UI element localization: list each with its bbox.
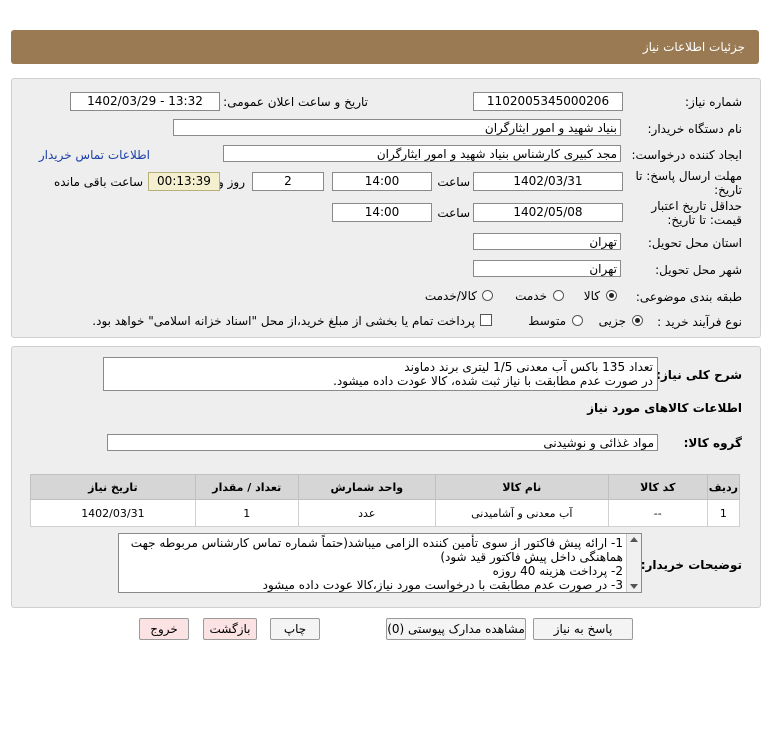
col-name: نام کالا xyxy=(434,474,609,500)
process-option-medium: متوسط xyxy=(528,314,566,328)
deadline-label-line1: مهلت ارسال پاسخ: تا xyxy=(635,169,742,183)
requester-label: ایجاد کننده درخواست: xyxy=(631,148,742,162)
buyer-note-line-4: 3- در صورت عدم مطابقت با درخواست مورد نی… xyxy=(262,578,623,592)
goods-info-title: اطلاعات کالاهای مورد نیاز xyxy=(587,401,742,415)
province-label: استان محل تحویل: xyxy=(647,236,742,250)
process-radio-medium[interactable] xyxy=(572,315,583,326)
category-radio-goods-service[interactable] xyxy=(482,290,493,301)
category-option-goods-service: کالا/خدمت xyxy=(424,289,477,303)
table-row: 1 -- آب معدنی و آشامیدنی عدد 1 1402/03/3… xyxy=(30,499,741,527)
remaining-time-label: ساعت باقی مانده xyxy=(53,175,143,189)
category-option-service: خدمت xyxy=(515,289,547,303)
need-number-field: 1102005345000206 xyxy=(473,92,623,111)
print-button[interactable]: چاپ xyxy=(270,618,320,640)
summary-line-2: در صورت عدم مطابقت با نیاز ثبت شده، کالا… xyxy=(333,374,653,388)
buyer-note-line-2: هماهنگی داخل پیش فاکتور قید شود) xyxy=(440,550,623,564)
col-code: کد کالا xyxy=(607,474,708,500)
goods-group-label: گروه کالا: xyxy=(683,436,742,450)
summary-line-1: تعداد 135 باکس آب معدنی 1/5 لیتری برند د… xyxy=(404,360,653,374)
scroll-up-arrow-icon[interactable] xyxy=(630,537,638,542)
category-radio-goods[interactable] xyxy=(606,290,617,301)
col-row: ردیف xyxy=(706,474,741,500)
validity-label-line1: حداقل تاریخ اعتبار xyxy=(651,199,742,213)
cell-need-date: 1402/03/31 xyxy=(30,499,196,527)
col-unit: واحد شمارش xyxy=(297,474,436,500)
page-header: جزئیات اطلاعات نیاز xyxy=(11,30,759,64)
deadline-time-label: ساعت xyxy=(437,175,470,189)
col-quantity: تعداد / مقدار xyxy=(194,474,299,500)
reply-button[interactable]: پاسخ به نیاز xyxy=(533,618,633,640)
buyer-contact-link[interactable]: اطلاعات تماس خریدار xyxy=(39,148,150,162)
view-attachments-button[interactable]: مشاهده مدارک پیوستی (0) xyxy=(386,618,526,640)
days-label: روز و xyxy=(218,175,245,189)
deadline-time-field: 14:00 xyxy=(332,172,432,191)
category-option-goods: کالا xyxy=(583,289,600,303)
treasury-payment-checkbox[interactable] xyxy=(480,314,492,326)
process-radio-minor[interactable] xyxy=(632,315,643,326)
buyer-notes-box[interactable]: 1- ارائه پیش فاکتور از سوی تأمین کننده ا… xyxy=(118,533,642,593)
process-option-minor: جزیی xyxy=(598,314,626,328)
page-title: جزئیات اطلاعات نیاز xyxy=(642,40,745,54)
summary-label: شرح کلی نیاز: xyxy=(656,368,742,382)
process-label: نوع فرآیند خرید : xyxy=(657,315,742,329)
exit-button[interactable]: خروج xyxy=(139,618,189,640)
notes-scrollbar[interactable] xyxy=(626,534,641,592)
buyer-org-field: بنیاد شهید و امور ایثارگران xyxy=(173,119,621,136)
category-radio-service[interactable] xyxy=(553,290,564,301)
validity-label-line2: قیمت: تا تاریخ: xyxy=(667,213,742,227)
province-field: تهران xyxy=(473,233,621,250)
city-field: تهران xyxy=(473,260,621,277)
validity-time-label: ساعت xyxy=(437,206,470,220)
col-need-date: تاریخ نیاز xyxy=(30,474,196,500)
remaining-time-field: 00:13:39 xyxy=(148,172,220,191)
validity-time-field: 14:00 xyxy=(332,203,432,222)
need-number-label: شماره نیاز: xyxy=(685,95,742,109)
deadline-date-field: 1402/03/31 xyxy=(473,172,623,191)
requester-field: مجد کبیری کارشناس بنیاد شهید و امور ایثا… xyxy=(223,145,621,162)
cell-quantity: 1 xyxy=(194,499,299,527)
buyer-notes-label: توضیحات خریدار: xyxy=(640,558,742,572)
category-label: طبقه بندی موضوعی: xyxy=(635,290,742,304)
announce-label: تاریخ و ساعت اعلان عمومی: xyxy=(223,95,368,109)
city-label: شهر محل تحویل: xyxy=(655,263,742,277)
buyer-org-label: نام دستگاه خریدار: xyxy=(647,122,743,136)
cell-unit: عدد xyxy=(297,499,436,527)
summary-box: تعداد 135 باکس آب معدنی 1/5 لیتری برند د… xyxy=(103,357,658,391)
cell-row: 1 xyxy=(706,499,741,527)
buyer-note-line-3: 2- پرداخت هزینه 40 روزه xyxy=(492,564,623,578)
cell-name: آب معدنی و آشامیدنی xyxy=(434,499,609,527)
buyer-note-line-1: 1- ارائه پیش فاکتور از سوی تأمین کننده ا… xyxy=(130,536,623,550)
days-field: 2 xyxy=(252,172,324,191)
goods-group-field: مواد غذائی و نوشیدنی xyxy=(107,434,658,451)
deadline-label-line2: تاریخ: xyxy=(714,183,742,197)
back-button[interactable]: بازگشت xyxy=(203,618,257,640)
treasury-payment-note: پرداخت تمام یا بخشی از مبلغ خرید،از محل … xyxy=(92,314,475,328)
announce-field: 1402/03/29 - 13:32 xyxy=(70,92,220,111)
validity-date-field: 1402/05/08 xyxy=(473,203,623,222)
scroll-down-arrow-icon[interactable] xyxy=(630,584,638,589)
cell-code: -- xyxy=(607,499,708,527)
goods-table-header: ردیف کد کالا نام کالا واحد شمارش تعداد /… xyxy=(30,474,741,500)
goods-table: ردیف کد کالا نام کالا واحد شمارش تعداد /… xyxy=(30,474,741,527)
